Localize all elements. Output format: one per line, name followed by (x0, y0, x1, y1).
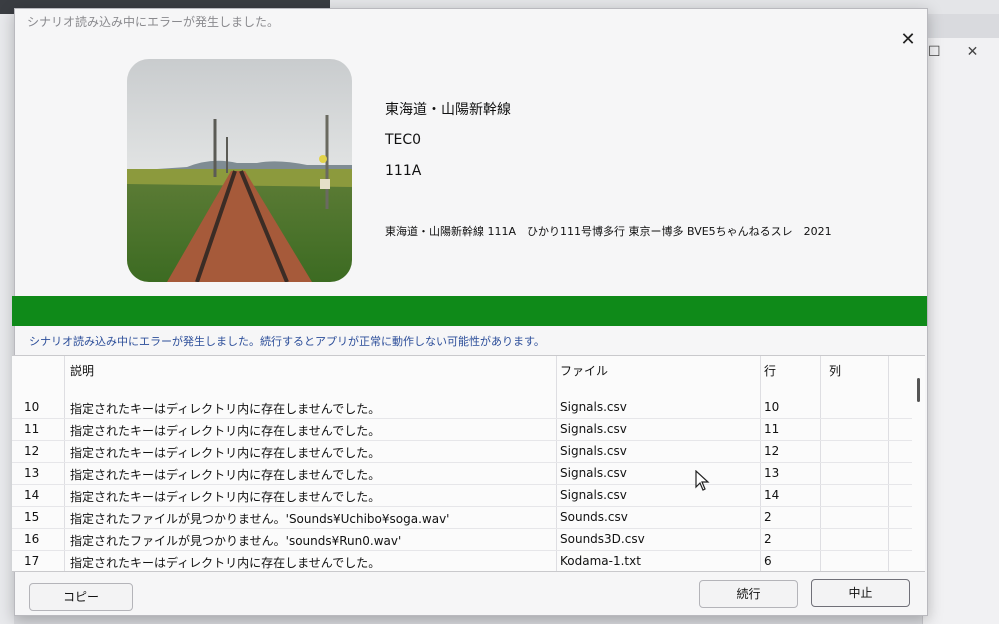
table-row[interactable]: 10 指定されたキーはディレクトリ内に存在しませんでした。 Signals.cs… (12, 396, 912, 419)
dialog-title: シナリオ読み込み中にエラーが発生しました。 (27, 15, 280, 29)
route-thumbnail (127, 59, 352, 282)
continue-button[interactable]: 続行 (699, 580, 798, 608)
abort-button[interactable]: 中止 (811, 579, 910, 607)
row-line: 14 (764, 488, 780, 502)
close-icon[interactable]: ✕ (967, 44, 999, 60)
row-line: 10 (764, 400, 780, 414)
table-row[interactable]: 16 指定されたファイルが見つかりません。'sounds¥Run0.wav' S… (12, 528, 912, 551)
table-scrollbar[interactable] (917, 378, 920, 402)
scenario-description: 東海道・山陽新幹線 111A ひかり111号博多行 東京ー博多 BVE5ちゃんね… (385, 225, 832, 238)
row-file: Signals.csv (560, 466, 627, 480)
row-line: 11 (764, 422, 780, 436)
title-bar: シナリオ読み込み中にエラーが発生しました。 (15, 9, 927, 33)
route-name: 東海道・山陽新幹線 (385, 102, 511, 118)
row-number: 17 (24, 554, 40, 568)
table-row[interactable]: 11 指定されたキーはディレクトリ内に存在しませんでした。 Signals.cs… (12, 418, 912, 441)
row-description: 指定されたファイルが見つかりません。'sounds¥Run0.wav' (70, 534, 402, 548)
row-number: 15 (24, 510, 40, 524)
row-file: Signals.csv (560, 422, 627, 436)
row-description: 指定されたキーはディレクトリ内に存在しませんでした。 (70, 556, 381, 570)
row-description: 指定されたキーはディレクトリ内に存在しませんでした。 (70, 468, 381, 482)
row-number: 14 (24, 488, 40, 502)
background-window-controls: ☐✕ (928, 44, 999, 60)
row-description: 指定されたキーはディレクトリ内に存在しませんでした。 (70, 402, 381, 416)
column-header-description[interactable]: 説明 (70, 362, 94, 379)
maximize-icon[interactable]: ☐ (928, 44, 967, 60)
column-header-line[interactable]: 行 (764, 362, 776, 379)
row-file: Sounds3D.csv (560, 532, 645, 546)
train-number: 111A (385, 163, 422, 179)
row-description: 指定されたキーはディレクトリ内に存在しませんでした。 (70, 424, 381, 438)
row-description: 指定されたファイルが見つかりません。'Sounds¥Uchibo¥soga.wa… (70, 512, 450, 526)
row-number: 16 (24, 532, 40, 546)
table-row[interactable]: 14 指定されたキーはディレクトリ内に存在しませんでした。 Signals.cs… (12, 484, 912, 507)
background-window-right (922, 38, 999, 624)
error-dialog: シナリオ読み込み中にエラーが発生しました。 ✕ 東海道・山陽新幹線 TEC0 1… (12, 8, 928, 616)
row-line: 2 (764, 510, 772, 524)
table-row[interactable]: 13 指定されたキーはディレクトリ内に存在しませんでした。 Signals.cs… (12, 462, 912, 485)
row-number: 12 (24, 444, 40, 458)
row-file: Signals.csv (560, 488, 627, 502)
vehicle-name: TEC0 (385, 132, 422, 148)
row-number: 13 (24, 466, 40, 480)
row-file: Signals.csv (560, 400, 627, 414)
table-header: 説明 ファイル 行 列 (12, 362, 925, 384)
row-file: Kodama-1.txt (560, 554, 641, 568)
close-icon[interactable]: ✕ (899, 31, 917, 49)
table-row[interactable]: 12 指定されたキーはディレクトリ内に存在しませんでした。 Signals.cs… (12, 440, 912, 463)
row-number: 11 (24, 422, 40, 436)
column-header-column[interactable]: 列 (829, 362, 841, 379)
row-description: 指定されたキーはディレクトリ内に存在しませんでした。 (70, 446, 381, 460)
row-line: 2 (764, 532, 772, 546)
row-line: 13 (764, 466, 780, 480)
row-line: 6 (764, 554, 772, 568)
row-description: 指定されたキーはディレクトリ内に存在しませんでした。 (70, 490, 381, 504)
error-message: シナリオ読み込み中にエラーが発生しました。続行するとアプリが正常に動作しない可能… (29, 335, 545, 348)
mouse-pointer-icon (695, 470, 710, 491)
row-line: 12 (764, 444, 780, 458)
row-number: 10 (24, 400, 40, 414)
table-row[interactable]: 17 指定されたキーはディレクトリ内に存在しませんでした。 Kodama-1.t… (12, 550, 912, 571)
copy-button[interactable]: コピー (29, 583, 133, 611)
table-row[interactable]: 15 指定されたファイルが見つかりません。'Sounds¥Uchibo¥soga… (12, 506, 912, 529)
loading-progress-bar (12, 296, 927, 326)
row-file: Signals.csv (560, 444, 627, 458)
column-header-file[interactable]: ファイル (560, 362, 608, 379)
error-table[interactable]: 説明 ファイル 行 列 10 指定されたキーはディレクトリ内に存在しませんでした… (12, 355, 925, 572)
row-file: Sounds.csv (560, 510, 628, 524)
